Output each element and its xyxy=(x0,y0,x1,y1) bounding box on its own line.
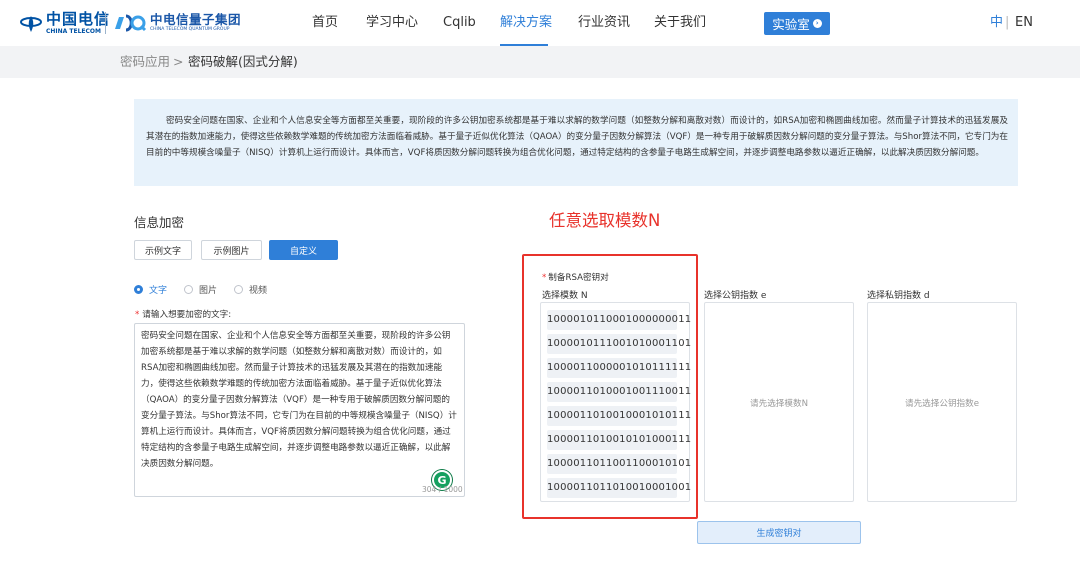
radio-video-label: 视频 xyxy=(249,285,268,296)
nav-home[interactable]: 首页 xyxy=(312,0,338,46)
logo-ct-cn: 中国电信 xyxy=(46,9,111,28)
nav-solutions[interactable]: 解决方案 xyxy=(500,0,552,46)
private-exponent-column-label: 选择私钥指数 d xyxy=(867,291,930,301)
modulus-list: 1000010110001000000011 10000101110010100… xyxy=(547,310,691,502)
modulus-option[interactable]: 1000011010010101000111 xyxy=(547,430,691,450)
breadcrumb: 密码应用 > 密码破解(因式分解) xyxy=(0,46,1080,78)
radio-circle-icon xyxy=(184,284,193,294)
required-star: * xyxy=(135,310,140,320)
lang-separator: | xyxy=(1005,15,1010,30)
required-star: * xyxy=(542,273,547,283)
lang-en[interactable]: EN xyxy=(1015,15,1033,31)
nav-industry-news[interactable]: 行业资讯 xyxy=(578,0,630,46)
radio-text-label: 文字 xyxy=(149,285,168,296)
public-exponent-column-label: 选择公钥指数 e xyxy=(704,291,767,301)
modulus-option[interactable]: 1000010111001010001101 xyxy=(547,334,691,354)
encrypt-text-input[interactable]: 密码安全问题在国家、企业和个人信息安全等方面都至关重要，现阶段的许多公钥加密系统… xyxy=(134,323,465,497)
logo-ct-en: CHINA TELECOM xyxy=(46,27,101,35)
lab-button[interactable]: 实验室 › xyxy=(764,12,830,35)
input-label: * 请输入想要加密的文字: xyxy=(135,308,231,320)
encrypt-section-title: 信息加密 xyxy=(134,215,185,230)
nav-cqlib[interactable]: Cqlib xyxy=(443,0,476,46)
quantum-group-logo[interactable]: 中电信量子集团 CHINA TELECOM QUANTUM GROUP xyxy=(115,12,241,34)
tab-custom[interactable]: 自定义 xyxy=(269,240,338,260)
lang-zh[interactable]: 中 xyxy=(990,15,1003,31)
radio-video[interactable]: 视频 xyxy=(234,283,268,296)
char-counter: 304 / 1000 xyxy=(422,485,463,494)
modulus-option[interactable]: 1000011000001010111111 xyxy=(547,358,691,378)
radio-circle-icon xyxy=(134,284,143,294)
arrow-circle-icon: › xyxy=(812,19,822,28)
intro-description: 密码安全问题在国家、企业和个人信息安全等方面都至关重要，现阶段的许多公钥加密系统… xyxy=(134,99,1018,186)
top-header: 中国电信 CHINA TELECOM 中电信量子集团 CHINA TELECOM… xyxy=(0,0,1080,46)
tab-sample-text[interactable]: 示例文字 xyxy=(134,240,192,260)
quantum-group-logo-icon xyxy=(115,14,147,32)
public-exponent-empty-hint: 请先选择模数N xyxy=(750,399,808,409)
rsa-section-label-text: 制备RSA密钥对 xyxy=(548,273,609,283)
breadcrumb-chevron-icon: > xyxy=(173,54,184,69)
radio-image[interactable]: 图片 xyxy=(184,283,218,296)
modulus-column-label: 选择模数 N xyxy=(542,291,588,301)
annotation-title: 任意选取模数N xyxy=(549,211,661,230)
nav-about-us[interactable]: 关于我们 xyxy=(654,0,706,46)
china-telecom-logo-icon xyxy=(20,16,42,32)
radio-image-label: 图片 xyxy=(199,285,218,296)
lab-button-label: 实验室 xyxy=(772,17,810,32)
tab-sample-image[interactable]: 示例图片 xyxy=(201,240,262,260)
china-telecom-logo[interactable]: 中国电信 CHINA TELECOM xyxy=(20,11,110,35)
modulus-option[interactable]: 1000011011010010001001 xyxy=(547,478,691,498)
modulus-option[interactable]: 1000011010001001110011 xyxy=(547,382,691,402)
radio-text[interactable]: 文字 xyxy=(134,283,168,296)
breadcrumb-current: 密码破解(因式分解) xyxy=(188,54,298,69)
input-label-text: 请输入想要加密的文字: xyxy=(142,310,232,320)
private-exponent-empty-hint: 请先选择公钥指数e xyxy=(904,399,980,409)
modulus-option[interactable]: 1000011010010001010111 xyxy=(547,406,691,426)
logo-cq-en: CHINA TELECOM QUANTUM GROUP xyxy=(150,27,230,32)
breadcrumb-parent[interactable]: 密码应用 xyxy=(120,54,170,70)
modulus-option[interactable]: 1000010110001000000011 xyxy=(547,310,691,330)
generate-keypair-button[interactable]: 生成密钥对 xyxy=(697,521,861,544)
radio-circle-icon xyxy=(234,284,243,294)
modulus-option[interactable]: 1000011011001100010101 xyxy=(547,454,691,474)
rsa-section-label: * 制备RSA密钥对 xyxy=(542,271,609,283)
logo-cq-cn: 中电信量子集团 xyxy=(150,11,242,27)
nav-learning-center[interactable]: 学习中心 xyxy=(366,0,418,46)
logo-divider xyxy=(105,12,106,34)
